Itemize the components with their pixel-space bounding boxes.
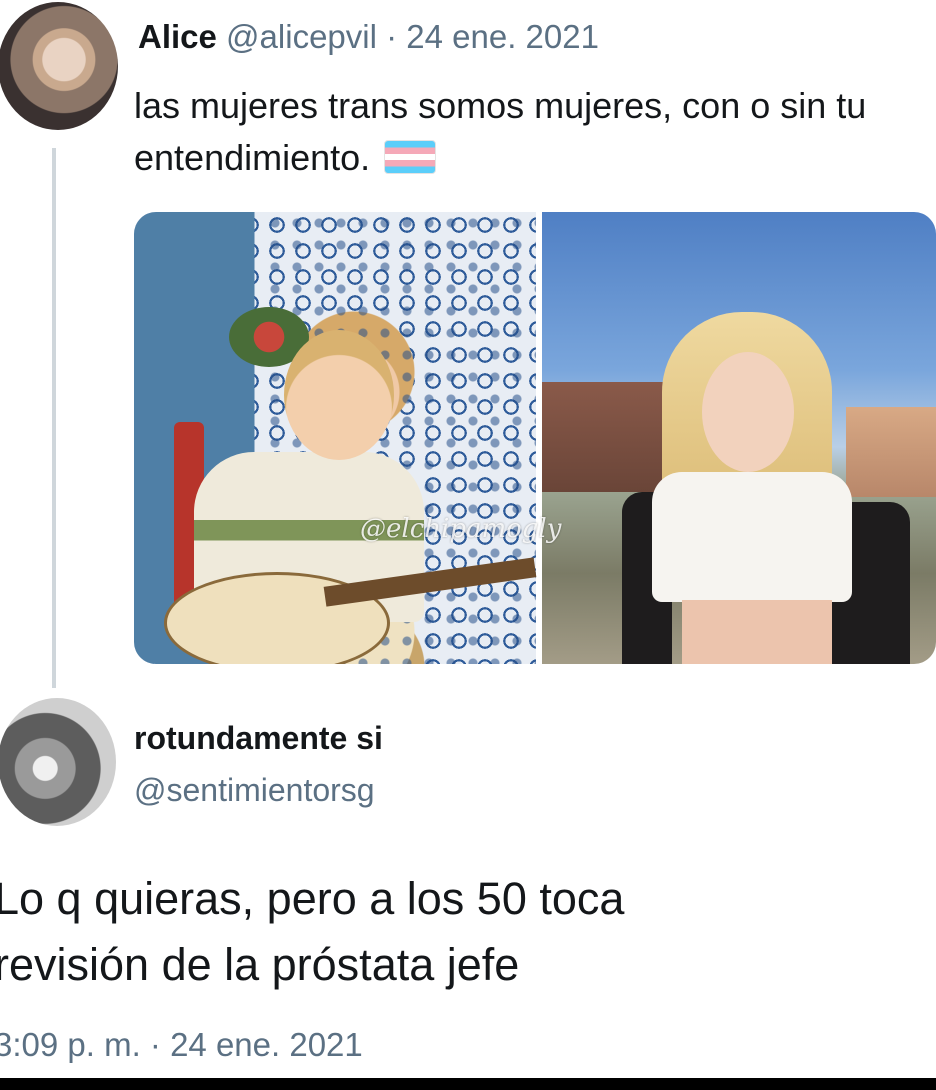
reply-timestamp[interactable]: 3:09 p. m. · 24 ene. 2021 (0, 1026, 363, 1064)
reply-text-line-1: Lo q quieras, pero a los 50 toca (0, 873, 625, 924)
photo-young-woman[interactable] (542, 212, 936, 664)
reply-author-name[interactable]: rotundamente si (134, 720, 383, 757)
woman-face (702, 352, 794, 472)
avatar-rotundamente[interactable] (0, 698, 116, 826)
photo-child-guitar[interactable] (134, 212, 537, 664)
author-name[interactable]: Alice (138, 18, 217, 55)
reply-text: Lo q quieras, pero a los 50 toca revisió… (0, 866, 934, 998)
watermark: @elchipamogly (360, 514, 562, 544)
tweet-body: las mujeres trans somos mujeres, con o s… (134, 85, 867, 178)
thread-line (52, 148, 56, 688)
tweet-text: las mujeres trans somos mujeres, con o s… (134, 80, 924, 184)
separator-dot: · (386, 18, 398, 55)
author-handle[interactable]: @alicepvil (226, 18, 377, 55)
transgender-flag-icon (384, 140, 437, 174)
white-top (652, 472, 852, 602)
tweet-date[interactable]: 24 ene. 2021 (406, 18, 599, 55)
building-left (542, 382, 672, 492)
reply-text-line-2: revisión de la próstata jefe (0, 939, 520, 990)
child-head (284, 330, 394, 460)
reply-author-handle[interactable]: @sentimientorsg (134, 772, 375, 809)
avatar-alice[interactable] (0, 2, 118, 130)
tweet-header: Alice @alicepvil · 24 ene. 2021 (138, 18, 599, 56)
tweet-media[interactable]: @elchipamogly (134, 212, 936, 664)
bottom-bar (0, 1078, 936, 1090)
woman-waist (682, 600, 832, 664)
building-right (846, 407, 936, 497)
